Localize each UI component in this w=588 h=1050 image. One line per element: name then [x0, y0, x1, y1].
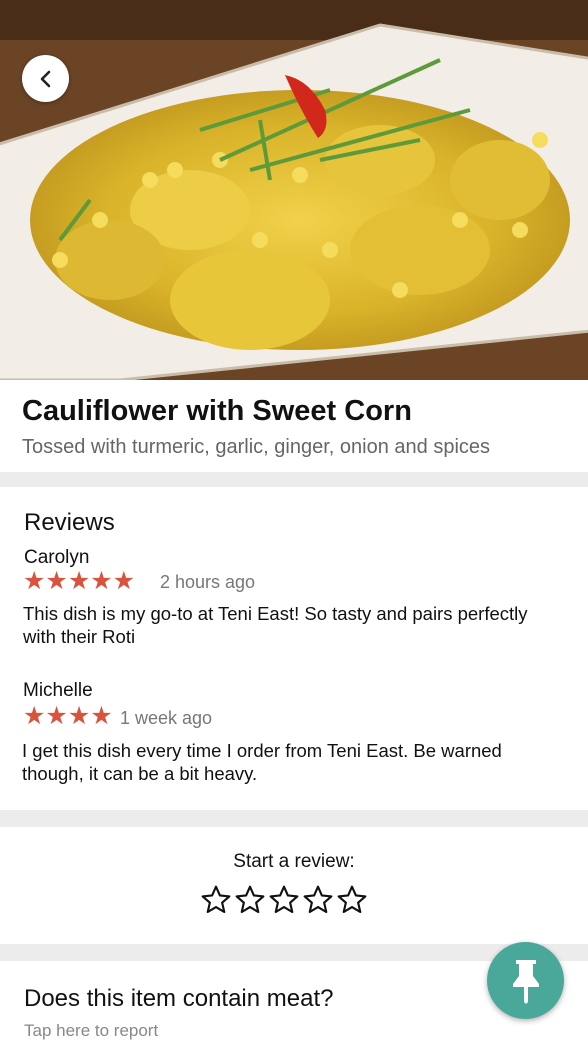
- start-review-label: Start a review:: [233, 851, 355, 872]
- review-text: This dish is my go-to at Teni East! So t…: [23, 603, 528, 647]
- reviews-section: Reviews Carolyn ★★★★★ 2 hours ago This d…: [0, 487, 588, 810]
- review-text: I get this dish every time I order from …: [22, 740, 502, 784]
- star-outline-icon[interactable]: [302, 883, 334, 917]
- dish-photo: [0, 0, 588, 380]
- review-rating: ★★★★: [23, 704, 113, 729]
- reviewer-name: Carolyn: [24, 547, 90, 568]
- back-button[interactable]: [22, 55, 69, 102]
- start-review-section: Start a review:: [0, 827, 588, 944]
- chevron-left-icon: [40, 70, 50, 87]
- meat-question: Does this item contain meat?: [24, 985, 334, 1012]
- star-outline-icon[interactable]: [268, 883, 300, 917]
- pushpin-icon: [512, 959, 539, 1004]
- review-time: 2 hours ago: [160, 572, 256, 592]
- report-link[interactable]: Tap here to report: [24, 1021, 158, 1041]
- star-outline-icon[interactable]: [336, 883, 368, 917]
- dish-header: Cauliflower with Sweet Corn Tossed with …: [0, 380, 588, 472]
- reviewer-name: Michelle: [23, 680, 93, 701]
- dish-description: Tossed with turmeric, garlic, ginger, on…: [22, 436, 491, 458]
- rating-stars-icon: ★★★★: [23, 702, 113, 730]
- star-outline-icon[interactable]: [200, 883, 232, 917]
- reviews-heading: Reviews: [24, 509, 115, 536]
- rating-stars-icon: ★★★★★: [23, 567, 136, 595]
- star-outline-icon[interactable]: [234, 883, 266, 917]
- dish-title: Cauliflower with Sweet Corn: [22, 395, 412, 427]
- dish-photo-illustration: [0, 0, 588, 380]
- rating-input[interactable]: [200, 883, 368, 917]
- review-rating: ★★★★★: [23, 569, 135, 594]
- review-time: 1 week ago: [120, 708, 213, 728]
- pin-button[interactable]: [487, 942, 564, 1019]
